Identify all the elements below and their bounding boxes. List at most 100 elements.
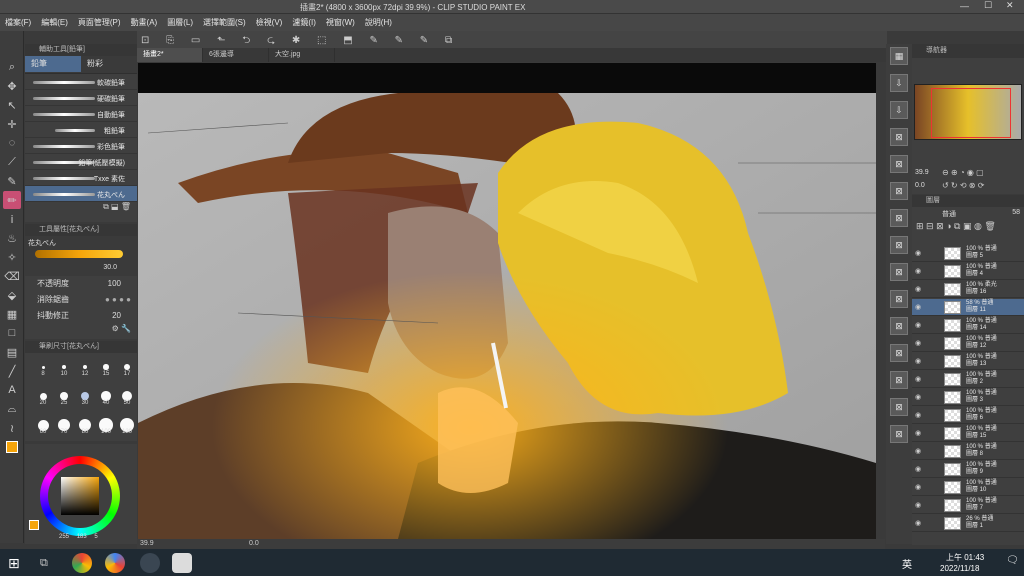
frame-tool-icon[interactable]: ▤ xyxy=(3,343,21,361)
doc-tab-active[interactable]: 插畫2* xyxy=(137,48,203,62)
visibility-eye-icon[interactable]: ◉ xyxy=(915,429,921,437)
layer-row[interactable]: ◉ 100 % 普通 圖層 15 xyxy=(912,425,1024,442)
brush-size-dot[interactable] xyxy=(82,364,88,370)
visibility-eye-icon[interactable]: ◉ xyxy=(915,393,921,401)
status-angle[interactable]: 0.0 xyxy=(249,540,259,547)
lasso-tool-icon[interactable]: ◌ xyxy=(3,134,21,152)
panel-icon[interactable]: ⊠ xyxy=(890,209,908,227)
menu-animation[interactable]: 動畫(A) xyxy=(126,14,163,31)
minimize-button[interactable]: — xyxy=(960,1,969,11)
decoration-tool-icon[interactable]: ✧ xyxy=(3,248,21,266)
visibility-eye-icon[interactable]: ◉ xyxy=(915,519,921,527)
stabilization-row[interactable]: 抖動修正 20 xyxy=(25,308,137,324)
red-value[interactable]: 255 xyxy=(59,534,69,540)
clock-date[interactable]: 2022/11/18 xyxy=(940,564,979,573)
doc-tab[interactable]: 6張邊導 xyxy=(203,48,269,62)
brush-item[interactable]: 粗鉛筆 xyxy=(25,122,137,138)
brush-tool-icon[interactable]: ⅰ xyxy=(3,210,21,228)
canvas-vertical-scrollbar[interactable] xyxy=(876,63,885,539)
saturation-square[interactable] xyxy=(61,477,99,515)
text-tool-icon[interactable]: A xyxy=(3,381,21,399)
layer-row[interactable]: ◉ 100 % 普通 圖層 5 xyxy=(912,245,1024,262)
zoom-tool-icon[interactable]: ⌕ xyxy=(3,58,21,76)
layer-row[interactable]: ◉ 100 % 普通 圖層 7 xyxy=(912,497,1024,514)
brush-size-dot[interactable] xyxy=(60,392,68,400)
toolprop-actions[interactable]: ⚙ 🔧 xyxy=(25,324,137,333)
main-color-swatch[interactable] xyxy=(3,438,21,456)
layer-row[interactable]: ◉ 26 % 普通 圖層 1 xyxy=(912,515,1024,532)
layer-row[interactable]: ◉ 100 % 柔光 圖層 16 xyxy=(912,281,1024,298)
layer-row[interactable]: ◉ 100 % 普通 圖層 6 xyxy=(912,407,1024,424)
layer-row[interactable]: ◉ 100 % 普通 圖層 3 xyxy=(912,389,1024,406)
brush-size-dot[interactable] xyxy=(80,391,90,401)
notification-icon[interactable]: 🗨 xyxy=(1006,555,1019,566)
tab-pencil[interactable]: 鉛筆 xyxy=(25,56,81,72)
tab-pastel[interactable]: 粉彩 xyxy=(81,56,109,72)
color-swatch-main[interactable] xyxy=(29,520,39,530)
blue-value[interactable]: 5 xyxy=(94,534,97,540)
artwork[interactable] xyxy=(138,63,876,539)
blend-mode-select[interactable]: 普通 xyxy=(942,209,956,219)
airbrush-tool-icon[interactable]: ♨ xyxy=(3,229,21,247)
panel-icon[interactable]: ⇩ xyxy=(890,101,908,119)
clip-studio-icon[interactable] xyxy=(172,553,192,573)
chrome-icon[interactable] xyxy=(72,553,92,573)
nav-zoom-value[interactable]: 39.9 xyxy=(915,169,929,176)
status-zoom[interactable]: 39.9 xyxy=(140,540,154,547)
ime-indicator[interactable]: 英 xyxy=(902,556,912,571)
pencil-tool-icon[interactable]: ✏ xyxy=(3,191,21,209)
panel-icon[interactable]: ⊠ xyxy=(890,155,908,173)
operation-tool-icon[interactable]: ↖ xyxy=(3,96,21,114)
visibility-eye-icon[interactable]: ◉ xyxy=(915,411,921,419)
navigator-preview[interactable] xyxy=(914,84,1022,140)
size-value[interactable]: 30.0 xyxy=(103,264,117,271)
panel-icon[interactable]: ⊠ xyxy=(890,263,908,281)
panel-icon[interactable]: ⊠ xyxy=(890,128,908,146)
chrome-profile-icon[interactable] xyxy=(105,553,125,573)
menu-select[interactable]: 選擇範圍(S) xyxy=(198,14,251,31)
move-layer-tool-icon[interactable]: ✛ xyxy=(3,115,21,133)
menu-layer[interactable]: 圖層(L) xyxy=(162,14,198,31)
eraser-tool-icon[interactable]: ⌫ xyxy=(3,267,21,285)
visibility-eye-icon[interactable]: ◉ xyxy=(915,285,921,293)
figure-tool-icon[interactable]: □ xyxy=(3,324,21,342)
menu-view[interactable]: 檢視(V) xyxy=(251,14,288,31)
layer-row[interactable]: ◉ 100 % 普通 圖層 9 xyxy=(912,461,1024,478)
layer-row[interactable]: ◉ 100 % 普通 圖層 10 xyxy=(912,479,1024,496)
layer-toolbar[interactable]: ⊞ ⊟ ⊠ ◑ ⧉ ▣ ◍ 🗑 xyxy=(912,221,1024,245)
layer-row[interactable]: ◉ 100 % 普通 圖層 12 xyxy=(912,335,1024,352)
brush-item[interactable]: 軟碳鉛筆 xyxy=(25,74,137,90)
panel-icon[interactable]: ⊠ xyxy=(890,236,908,254)
layer-row[interactable]: ◉ 100 % 普通 圖層 8 xyxy=(912,443,1024,460)
visibility-eye-icon[interactable]: ◉ xyxy=(915,375,921,383)
ruler-tool-icon[interactable]: ╱ xyxy=(3,362,21,380)
visibility-eye-icon[interactable]: ◉ xyxy=(915,483,921,491)
visibility-eye-icon[interactable]: ◉ xyxy=(915,447,921,455)
layer-row[interactable]: ◉ 100 % 普通 圖層 14 xyxy=(912,317,1024,334)
maximize-button[interactable]: ☐ xyxy=(984,0,992,11)
color-wheel[interactable] xyxy=(40,456,120,536)
menu-file[interactable]: 檔案(F) xyxy=(0,14,36,31)
brush-size-dot[interactable] xyxy=(103,364,109,370)
menu-edit[interactable]: 編輯(E) xyxy=(36,14,73,31)
brush-size-dot[interactable] xyxy=(41,365,45,369)
menu-window[interactable]: 視窗(W) xyxy=(321,14,360,31)
panel-icon[interactable]: ⊠ xyxy=(890,344,908,362)
layer-row[interactable]: ◉ 100 % 普通 圖層 2 xyxy=(912,371,1024,388)
brush-item[interactable]: 鉛筆(紙壓模擬) xyxy=(25,154,137,170)
visibility-eye-icon[interactable]: ◉ xyxy=(915,501,921,509)
brush-item[interactable]: Txxe 素佐 xyxy=(25,170,137,186)
panel-icon[interactable]: ⊠ xyxy=(890,182,908,200)
visibility-eye-icon[interactable]: ◉ xyxy=(915,303,921,311)
move-tool-icon[interactable]: ✥ xyxy=(3,77,21,95)
subtool-actions[interactable]: ⧉ ⬓ 🗑 xyxy=(25,202,137,216)
panel-icon[interactable]: ▦ xyxy=(890,47,908,65)
brush-item-selected[interactable]: 花丸ぺん xyxy=(25,186,137,202)
eyedropper-tool-icon[interactable]: ⟋ xyxy=(3,153,21,171)
brush-item[interactable]: 自動鉛筆 xyxy=(25,106,137,122)
menu-filter[interactable]: 濾鏡(I) xyxy=(287,14,321,31)
fill-tool-icon[interactable]: ⬙ xyxy=(3,286,21,304)
brush-item[interactable]: 硬碳鉛筆 xyxy=(25,90,137,106)
panel-icon[interactable]: ⊠ xyxy=(890,398,908,416)
visibility-eye-icon[interactable]: ◉ xyxy=(915,465,921,473)
